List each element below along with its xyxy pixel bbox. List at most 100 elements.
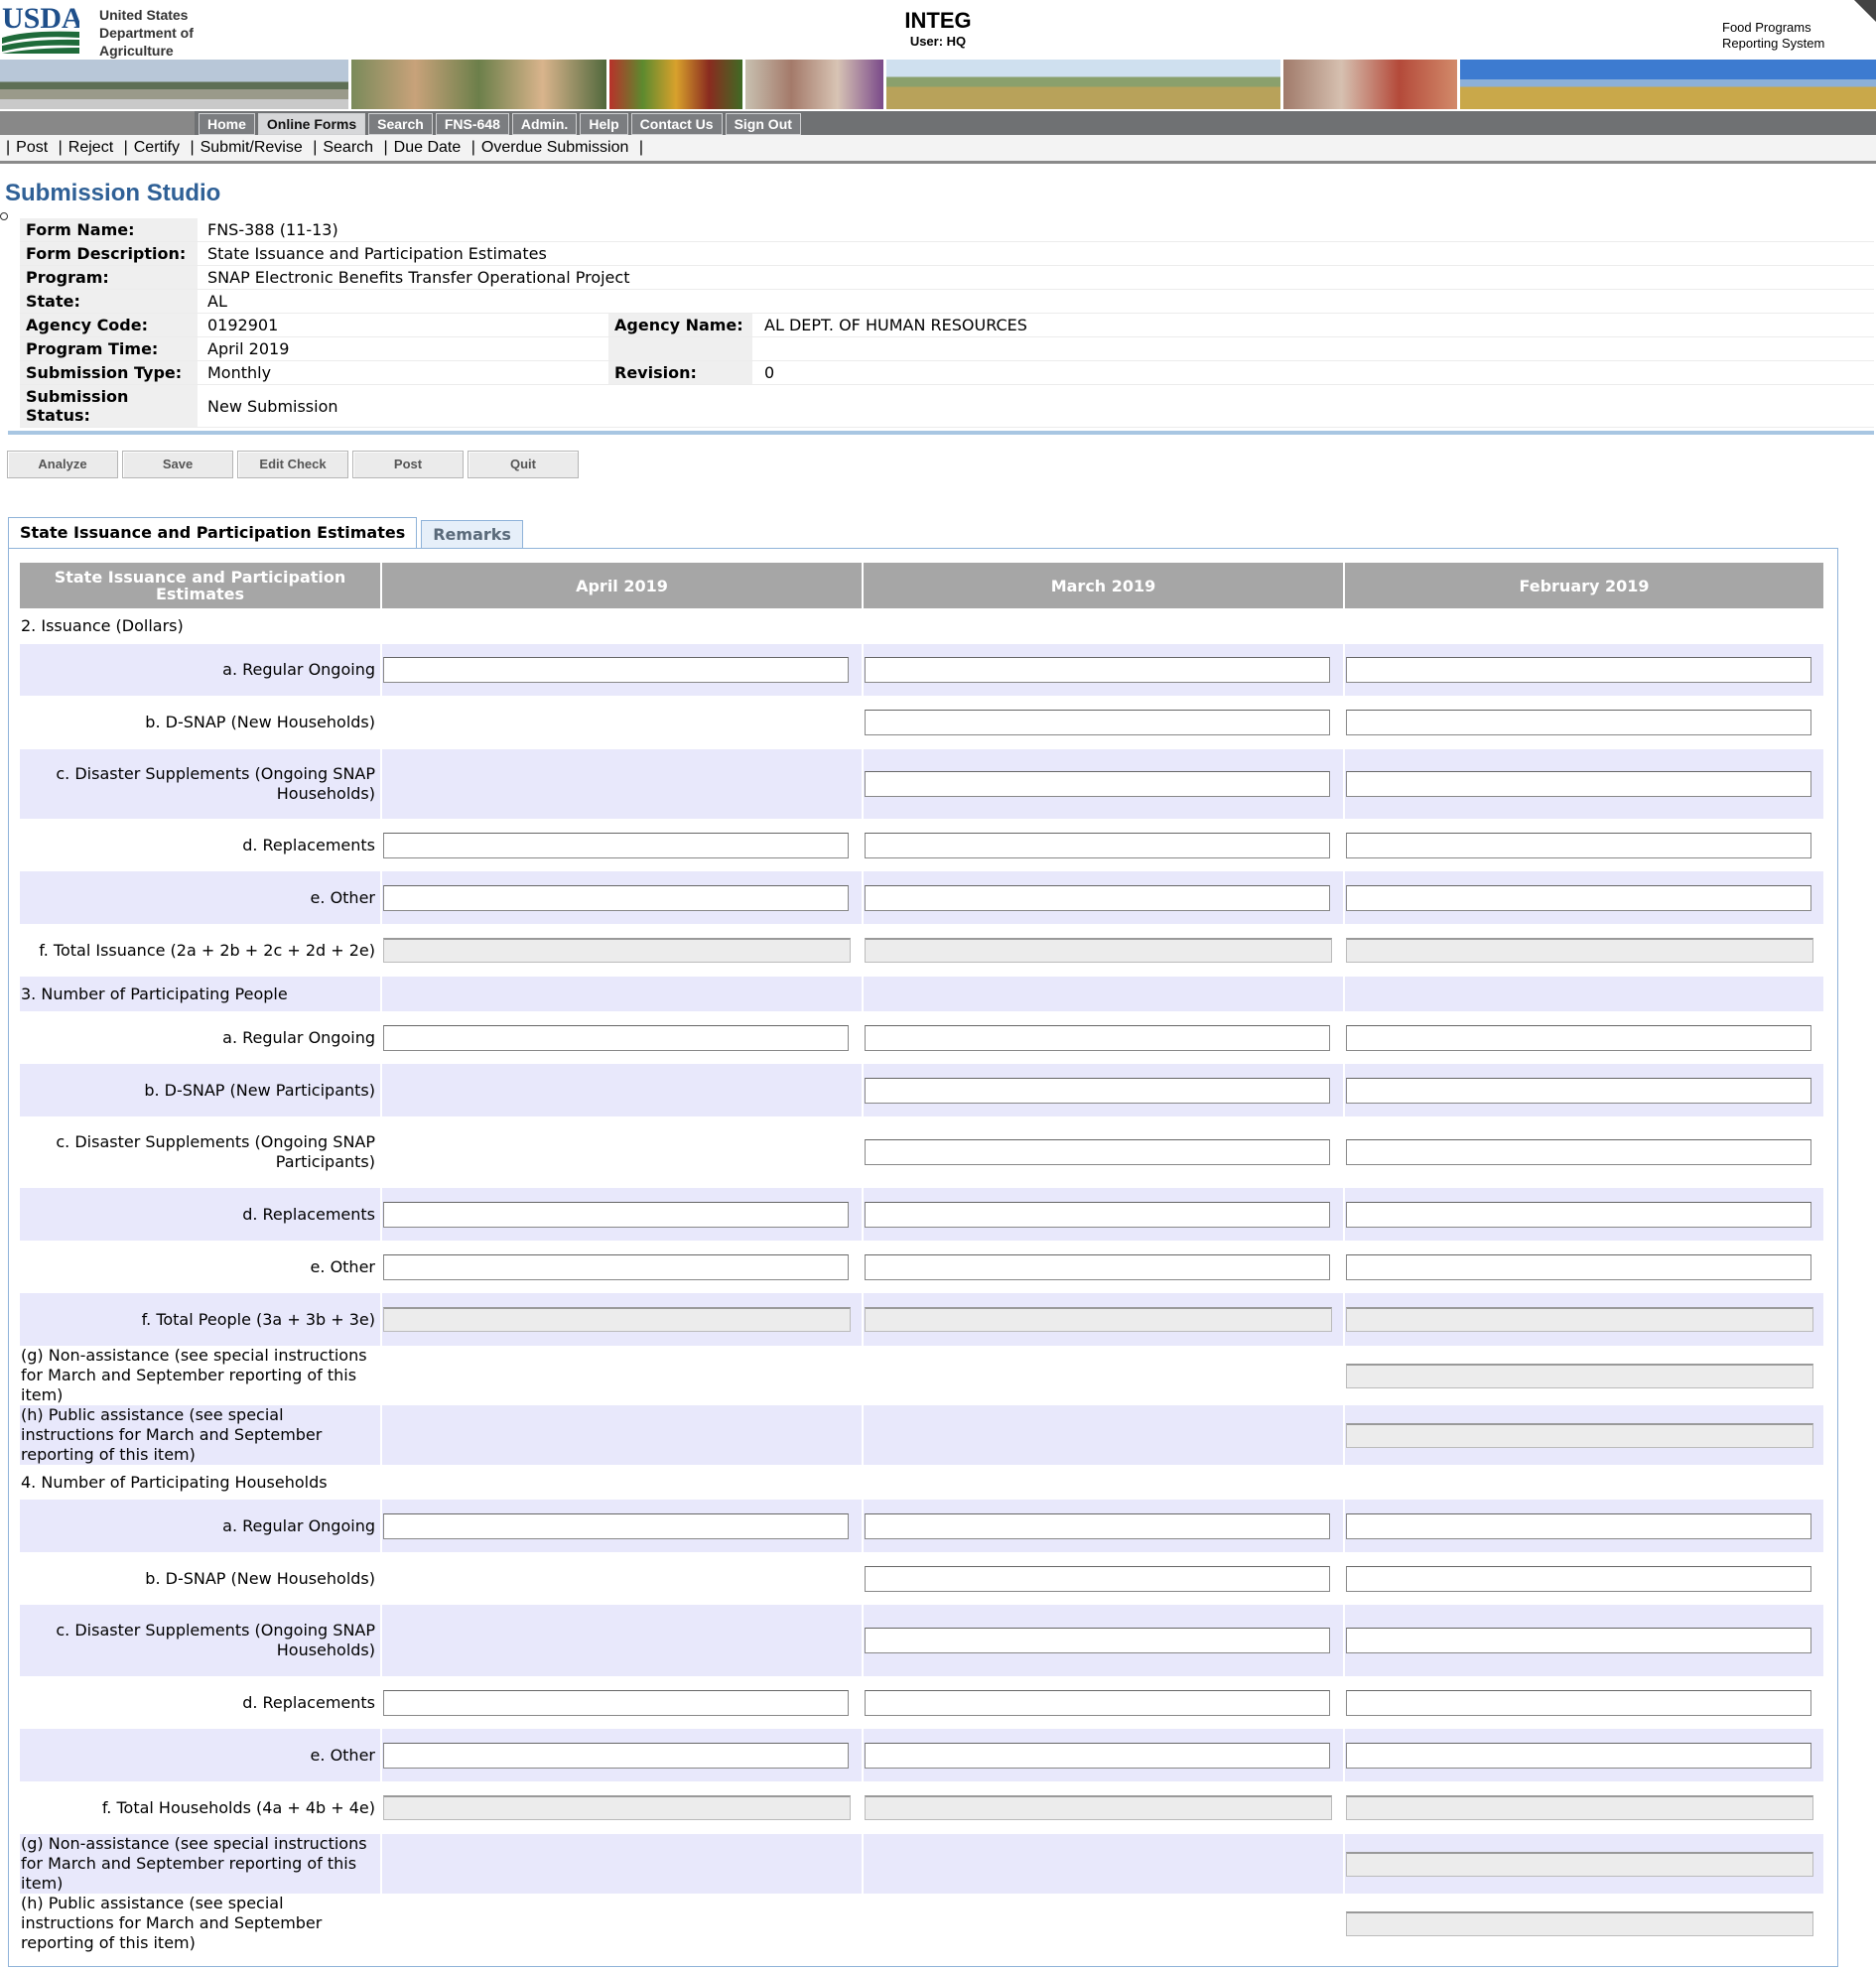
edit-check-button[interactable]: Edit Check xyxy=(237,451,348,478)
households-dsnap-february-input[interactable] xyxy=(1346,1565,1811,1592)
subnav-submit-revise[interactable]: Submit/Revise xyxy=(201,139,303,156)
analyze-button[interactable]: Analyze xyxy=(7,451,118,478)
people-dsnap-february-input[interactable] xyxy=(1346,1077,1811,1104)
table-row: d. Replacements xyxy=(20,819,1825,871)
households-disaster-february-input[interactable] xyxy=(1346,1628,1811,1653)
people-replacements-february-input[interactable] xyxy=(1346,1201,1811,1228)
table-row: c. Disaster Supplements (Ongoing SNAP Par… xyxy=(20,1116,1825,1188)
issuance-total-march-field xyxy=(865,938,1332,963)
table-row: a. Regular Ongoing xyxy=(20,644,1825,696)
nav-sign-out[interactable]: Sign Out xyxy=(725,113,801,135)
table-row: b. D-SNAP (New Households) xyxy=(20,1552,1825,1605)
table-row: c. Disaster Supplements (Ongoing SNAP Hou… xyxy=(20,1605,1825,1676)
households-other-april-input[interactable] xyxy=(383,1742,849,1769)
people-disaster-february-input[interactable] xyxy=(1346,1139,1811,1165)
subnav-search[interactable]: Search xyxy=(323,139,373,156)
tab-remarks[interactable]: Remarks xyxy=(421,520,523,548)
people-disaster-march-input[interactable] xyxy=(865,1139,1330,1165)
subnav-reject[interactable]: Reject xyxy=(68,139,113,156)
people-other-april-input[interactable] xyxy=(383,1253,849,1280)
form-desc-value: State Issuance and Participation Estimat… xyxy=(207,244,547,263)
issuance-regular-march-input[interactable] xyxy=(865,657,1330,683)
nav-admin[interactable]: Admin. xyxy=(511,113,578,135)
issuance-dsnap-march-input[interactable] xyxy=(865,710,1330,735)
agency-name-value: AL DEPT. OF HUMAN RESOURCES xyxy=(764,316,1027,334)
photo-banner xyxy=(0,60,1876,109)
section-label: 4. Number of Participating Households xyxy=(20,1465,1825,1500)
subnav-certify[interactable]: Certify xyxy=(134,139,180,156)
quit-button[interactable]: Quit xyxy=(468,451,579,478)
people-total-april-field xyxy=(383,1307,851,1332)
issuance-disaster-february-input[interactable] xyxy=(1346,771,1811,797)
households-regular-march-input[interactable] xyxy=(865,1512,1330,1539)
row-label: d. Replacements xyxy=(20,1188,382,1241)
issuance-dsnap-february-input[interactable] xyxy=(1346,710,1811,735)
section-row: 2. Issuance (Dollars) xyxy=(20,608,1825,644)
submission-type-label: Submission Type: xyxy=(20,361,198,384)
row-label: d. Replacements xyxy=(20,819,382,871)
nav-home[interactable]: Home xyxy=(199,113,255,135)
column-header-march: March 2019 xyxy=(863,563,1345,608)
nav-search[interactable]: Search xyxy=(368,113,433,135)
people-regular-april-input[interactable] xyxy=(383,1024,849,1051)
blank-label xyxy=(608,337,752,360)
table-row: b. D-SNAP (New Households) xyxy=(20,696,1825,749)
issuance-total-february-field xyxy=(1346,938,1813,963)
households-regular-february-input[interactable] xyxy=(1346,1512,1811,1539)
save-button[interactable]: Save xyxy=(122,451,233,478)
people-other-march-input[interactable] xyxy=(865,1253,1330,1280)
submission-meta: Form Name: FNS-388 (11-13) Form Descripti… xyxy=(20,218,1874,428)
form-name-label: Form Name: xyxy=(20,218,198,241)
subnav-post[interactable]: Post xyxy=(16,139,48,156)
section-label: 3. Number of Participating People xyxy=(20,977,382,1011)
people-replacements-march-input[interactable] xyxy=(865,1201,1330,1228)
row-label: (g) Non-assistance (see special instruct… xyxy=(20,1346,382,1405)
nav-fns-648[interactable]: FNS-648 xyxy=(435,113,509,135)
households-dsnap-march-input[interactable] xyxy=(865,1565,1330,1592)
households-replacements-february-input[interactable] xyxy=(1346,1689,1811,1716)
row-label: a. Regular Ongoing xyxy=(20,644,382,696)
households-regular-april-input[interactable] xyxy=(383,1512,849,1539)
households-disaster-march-input[interactable] xyxy=(865,1628,1330,1653)
row-label: e. Other xyxy=(20,871,382,924)
row-label: a. Regular Ongoing xyxy=(20,1011,382,1064)
issuance-other-march-input[interactable] xyxy=(865,884,1330,911)
section-label: 2. Issuance (Dollars) xyxy=(20,608,1825,644)
people-dsnap-march-input[interactable] xyxy=(865,1077,1330,1104)
households-replacements-april-input[interactable] xyxy=(383,1689,849,1716)
user-label: User: HQ xyxy=(909,34,967,49)
households-other-march-input[interactable] xyxy=(865,1742,1330,1769)
row-label: c. Disaster Supplements (Ongoing SNAP Hou… xyxy=(20,749,382,819)
issuance-regular-april-input[interactable] xyxy=(383,657,849,683)
agency-code-value: 0192901 xyxy=(207,316,279,334)
issuance-other-february-input[interactable] xyxy=(1346,884,1811,911)
section-row: 4. Number of Participating Households xyxy=(20,1465,1825,1500)
issuance-other-april-input[interactable] xyxy=(383,884,849,911)
issuance-disaster-march-input[interactable] xyxy=(865,771,1330,797)
row-label: e. Other xyxy=(20,1729,382,1781)
post-button[interactable]: Post xyxy=(352,451,464,478)
nav-online-forms[interactable]: Online Forms xyxy=(257,113,366,135)
tab-estimates[interactable]: State Issuance and Participation Estimat… xyxy=(8,517,418,548)
people-replacements-april-input[interactable] xyxy=(383,1201,849,1228)
households-other-february-input[interactable] xyxy=(1346,1742,1811,1769)
issuance-replacements-march-input[interactable] xyxy=(865,832,1330,858)
issuance-replacements-february-input[interactable] xyxy=(1346,832,1811,858)
people-regular-february-input[interactable] xyxy=(1346,1024,1811,1051)
app-title: INTEG xyxy=(904,8,972,33)
row-label: f. Total Households (4a + 4b + 4e) xyxy=(20,1781,382,1834)
row-label: c. Disaster Supplements (Ongoing SNAP Hou… xyxy=(20,1605,382,1676)
revision-value: 0 xyxy=(764,363,775,382)
households-replacements-march-input[interactable] xyxy=(865,1689,1330,1716)
people-other-february-input[interactable] xyxy=(1346,1253,1811,1280)
subnav-due-date[interactable]: Due Date xyxy=(394,139,462,156)
issuance-regular-february-input[interactable] xyxy=(1346,657,1811,683)
program-value: SNAP Electronic Benefits Transfer Operat… xyxy=(207,268,630,287)
subnav-overdue-submission[interactable]: Overdue Submission xyxy=(481,139,629,156)
nav-help[interactable]: Help xyxy=(580,113,628,135)
submission-type-value: Monthly xyxy=(207,363,272,382)
people-regular-march-input[interactable] xyxy=(865,1024,1330,1051)
form-desc-label: Form Description: xyxy=(20,242,198,265)
issuance-replacements-april-input[interactable] xyxy=(383,832,849,858)
nav-contact-us[interactable]: Contact Us xyxy=(630,113,723,135)
